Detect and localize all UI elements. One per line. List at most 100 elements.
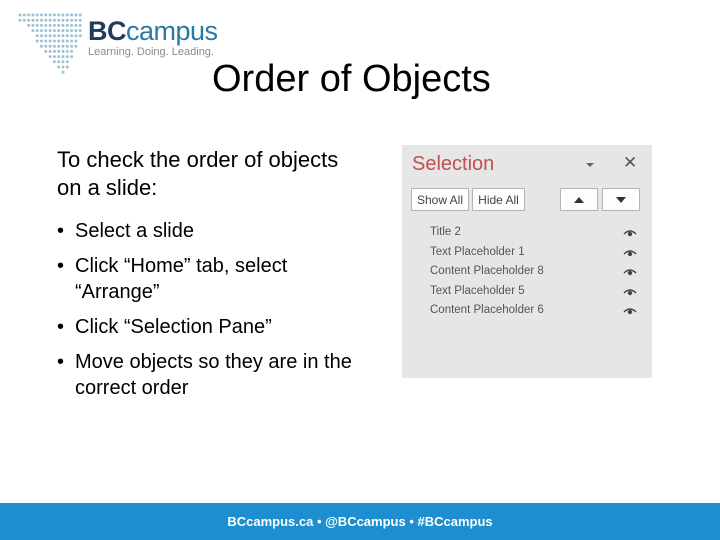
logo-dot: [35, 29, 39, 33]
selection-pane: Selection ✕ Show All Hide All Title 2 Te…: [402, 145, 652, 378]
logo-dot: [52, 39, 56, 43]
logo-dot: [70, 18, 74, 22]
logo-dot: [57, 55, 61, 59]
logo-dot: [35, 34, 39, 38]
logo-dot: [44, 18, 48, 22]
logo-dot: [57, 44, 61, 48]
list-item[interactable]: Content Placeholder 8: [402, 263, 652, 283]
bullet-text: Move objects so they are in the correct …: [75, 351, 352, 399]
logo-dot: [52, 60, 56, 64]
bccampus-logo: BCcampus Learning. Doing. Leading.: [18, 12, 218, 84]
logo-dot: [35, 18, 39, 22]
logo-dot: [61, 34, 65, 38]
footer-text: BCcampus.ca • @BCcampus • #BCcampus: [227, 514, 493, 529]
slide-title: Order of Objects: [212, 58, 491, 100]
logo-dot: [22, 18, 26, 22]
eye-icon[interactable]: [623, 267, 637, 277]
logo-dot: [44, 29, 48, 33]
logo-dot: [57, 39, 61, 43]
logo-dot: [48, 29, 52, 33]
logo-dot: [35, 23, 39, 27]
logo-dot: [27, 18, 31, 22]
bullet-text: Click “Selection Pane”: [75, 316, 272, 338]
logo-dot: [74, 44, 78, 48]
logo-dot: [57, 13, 61, 17]
logo-dot: [31, 18, 35, 22]
logo-dot: [78, 13, 82, 17]
bullet-item: • Click “Home” tab, select “Arrange”: [57, 255, 288, 303]
logo-dot: [78, 29, 82, 33]
logo-dot: [70, 44, 74, 48]
logo-wordmark: BCcampus: [88, 16, 218, 47]
bring-forward-button[interactable]: [560, 188, 598, 211]
logo-dot: [52, 44, 56, 48]
logo-dot: [78, 18, 82, 22]
list-item-label: Content Placeholder 6: [430, 304, 544, 317]
list-item[interactable]: Text Placeholder 5: [402, 283, 652, 303]
logo-dot: [70, 34, 74, 38]
logo-campus: campus: [126, 16, 218, 46]
logo-dot: [70, 13, 74, 17]
logo-dot: [65, 13, 69, 17]
hide-all-button[interactable]: Hide All: [472, 188, 525, 211]
list-item-label: Text Placeholder 5: [430, 284, 525, 297]
bullet-text: Click “Home” tab, select “Arrange”: [75, 255, 288, 303]
eye-icon[interactable]: [623, 228, 637, 238]
logo-dot: [35, 13, 39, 17]
logo-dot: [52, 49, 56, 53]
eye-icon[interactable]: [623, 287, 637, 297]
logo-dot: [52, 23, 56, 27]
list-item[interactable]: Title 2: [402, 224, 652, 244]
intro-text: To check the order of objects on a slide…: [57, 147, 339, 200]
logo-dot: [61, 39, 65, 43]
logo-dot: [18, 13, 22, 17]
logo-dot: [74, 29, 78, 33]
logo-dot: [70, 55, 74, 59]
logo-dot: [61, 13, 65, 17]
logo-dot: [48, 44, 52, 48]
send-backward-button[interactable]: [602, 188, 640, 211]
list-item[interactable]: Content Placeholder 6: [402, 302, 652, 322]
logo-dot: [61, 44, 65, 48]
eye-icon[interactable]: [623, 306, 637, 316]
close-icon[interactable]: ✕: [623, 154, 637, 172]
logo-dot: [40, 23, 43, 27]
list-item[interactable]: Text Placeholder 1: [402, 244, 652, 264]
logo-dot: [18, 18, 22, 22]
logo-dot: [61, 49, 65, 53]
selection-list: Title 2 Text Placeholder 1 Content Place…: [402, 224, 652, 322]
logo-dot: [57, 34, 61, 38]
logo-dot: [22, 13, 26, 17]
logo-dot: [61, 60, 65, 64]
list-item-label: Title 2: [430, 226, 461, 238]
logo-dot: [65, 65, 69, 69]
logo-dot: [48, 13, 52, 17]
logo-dot: [44, 49, 48, 53]
logo-dot: [48, 18, 52, 22]
eye-icon[interactable]: [623, 248, 637, 258]
logo-dot: [44, 44, 48, 48]
logo-dot: [40, 18, 43, 22]
logo-dot: [70, 49, 74, 53]
logo-dot: [65, 60, 69, 64]
logo-dot: [57, 18, 61, 22]
show-all-button[interactable]: Show All: [411, 188, 469, 211]
bullet-text: Select a slide: [75, 220, 194, 242]
bullet-item: • Move objects so they are in the correct…: [57, 351, 352, 399]
logo-dot: [61, 18, 65, 22]
logo-dot: [70, 23, 74, 27]
logo-dot: [52, 13, 56, 17]
chevron-down-icon[interactable]: [583, 159, 597, 171]
logo-dot: [65, 23, 69, 27]
logo-dot: [61, 70, 65, 74]
footer-bar: BCcampus.ca • @BCcampus • #BCcampus: [0, 503, 720, 540]
logo-bc: BC: [88, 16, 127, 46]
logo-dot: [35, 39, 39, 43]
logo-dot: [57, 49, 61, 53]
bullet-item: • Click “Selection Pane”: [57, 316, 272, 338]
logo-dot: [78, 23, 82, 27]
logo-dot: [31, 13, 35, 17]
arrow-down-icon: [616, 196, 626, 203]
arrow-up-icon: [574, 196, 584, 203]
logo-dot: [57, 23, 61, 27]
